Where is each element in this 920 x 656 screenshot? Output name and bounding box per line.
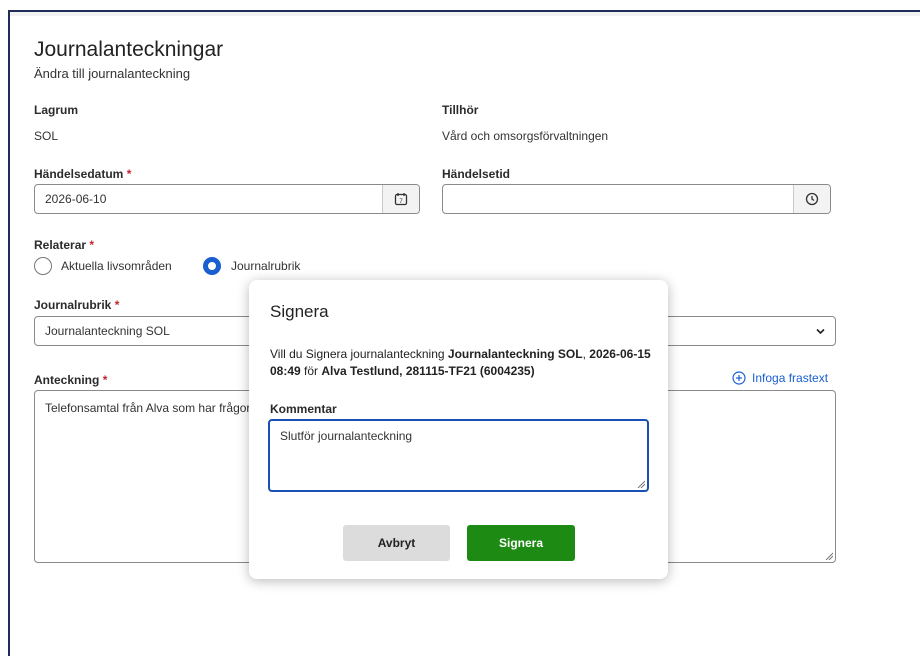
handelsedatum-value: 2026-06-10 (45, 192, 107, 206)
dialog-title: Signera (270, 302, 329, 321)
required-mark: * (126, 167, 132, 181)
resize-handle-icon[interactable] (825, 552, 833, 560)
tillhor-value: Vård och omsorgsförvaltningen (442, 129, 609, 143)
journalrubrik-label: Journalrubrik * (34, 298, 119, 312)
radio-aktuella-livsomraden-label[interactable]: Aktuella livsområden (61, 259, 172, 273)
dialog-message-mid: för (300, 364, 322, 378)
required-mark: * (114, 298, 120, 312)
calendar-icon: 7 (394, 193, 408, 206)
journalrubrik-value: Journalanteckning SOL (45, 324, 170, 338)
anteckning-value: Telefonsamtal från Alva som har frågor (45, 401, 251, 415)
handelsedatum-label-text: Händelsedatum (34, 167, 124, 181)
dialog-message: Vill du Signera journalanteckning Journa… (270, 346, 660, 380)
radio-aktuella-livsomraden[interactable] (34, 257, 52, 275)
dialog-message-journal: Journalanteckning SOL (447, 347, 583, 361)
top-border (10, 12, 920, 16)
infoga-frastext-link[interactable]: Infoga frastext (732, 371, 828, 385)
required-mark: * (89, 238, 95, 252)
chevron-down-icon (816, 328, 825, 335)
page-subtitle: Ändra till journalanteckning (34, 66, 191, 81)
lagrum-value: SOL (34, 129, 59, 143)
calendar-button[interactable]: 7 (382, 185, 419, 213)
plus-circle-icon (732, 371, 746, 385)
signera-dialog: Signera Vill du Signera journalantecknin… (249, 280, 668, 579)
anteckning-label: Anteckning * (34, 373, 107, 387)
handelsedatum-label: Händelsedatum * (34, 167, 131, 181)
kommentar-value: Slutför journalanteckning (280, 429, 413, 443)
signera-button[interactable]: Signera (467, 525, 575, 561)
kommentar-textarea[interactable]: Slutför journalanteckning (268, 419, 649, 492)
clock-button[interactable] (793, 185, 830, 213)
lagrum-label: Lagrum (34, 103, 79, 117)
relaterar-label: Relaterar * (34, 238, 94, 252)
handelsedatum-input[interactable]: 2026-06-10 7 (34, 184, 420, 214)
infoga-frastext-label: Infoga frastext (752, 371, 829, 385)
tillhor-label: Tillhör (442, 103, 479, 117)
radio-journalrubrik-label[interactable]: Journalrubrik (231, 259, 300, 273)
handelsetid-label: Händelsetid (442, 167, 511, 181)
handelsetid-input[interactable] (442, 184, 831, 214)
resize-handle-icon[interactable] (637, 480, 645, 488)
dialog-message-person: Alva Testlund, 281115-TF21 (6004235) (321, 364, 535, 378)
dialog-message-prefix: Vill du Signera journalanteckning (270, 347, 448, 361)
anteckning-label-text: Anteckning (34, 373, 100, 387)
journalrubrik-label-text: Journalrubrik (34, 298, 112, 312)
clock-icon (805, 192, 819, 206)
kommentar-label: Kommentar (270, 402, 337, 416)
page-title: Journalanteckningar (34, 38, 224, 61)
radio-journalrubrik[interactable] (203, 257, 221, 275)
cancel-button[interactable]: Avbryt (343, 525, 450, 561)
relaterar-label-text: Relaterar (34, 238, 87, 252)
required-mark: * (102, 373, 108, 387)
